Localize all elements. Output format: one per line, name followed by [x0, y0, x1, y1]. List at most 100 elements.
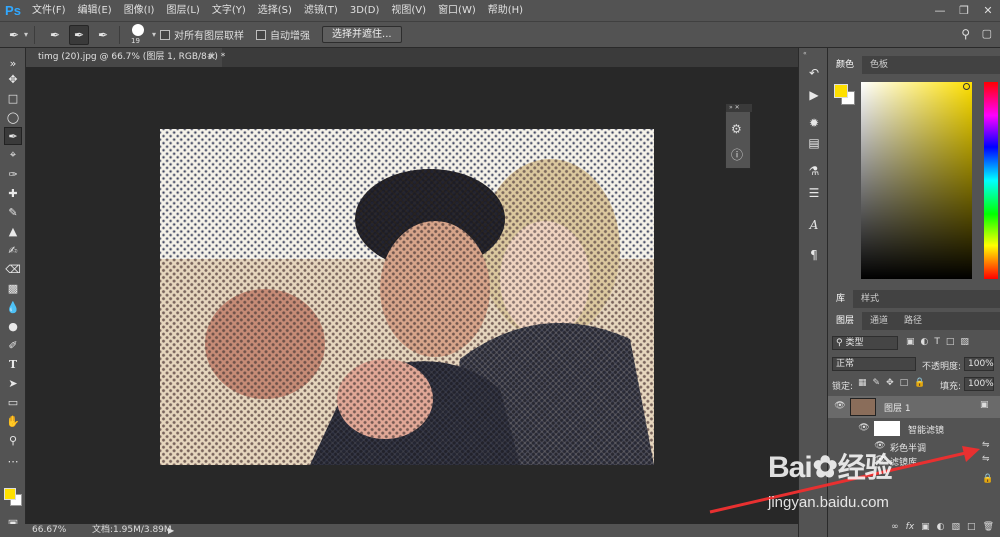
workspace-icon[interactable]: ▢: [982, 27, 992, 40]
blend-mode-select[interactable]: 正常: [832, 357, 916, 371]
opacity-input[interactable]: 100%: [964, 357, 994, 371]
menu-edit[interactable]: 编辑(E): [72, 0, 118, 21]
brush-tool-icon[interactable]: ✎: [4, 203, 22, 221]
menu-bar: Ps 文件(F) 编辑(E) 图像(I) 图层(L) 文字(Y) 选择(S) 滤…: [0, 0, 1000, 21]
tab-color[interactable]: 颜色: [828, 56, 863, 74]
layers-panel-tabs: 图层 通道 路径: [828, 312, 1000, 330]
pen-tool-icon[interactable]: ✐: [4, 336, 22, 354]
adjustments-icon[interactable]: ✹: [805, 114, 823, 132]
layer-row[interactable]: 👁 图层 1 ▣: [828, 396, 1000, 418]
foreground-color-swatch-top[interactable]: [4, 488, 16, 500]
type-filter-icon[interactable]: T: [934, 337, 940, 347]
hue-slider[interactable]: [984, 82, 998, 279]
blur-tool-icon[interactable]: 💧: [4, 298, 22, 316]
eraser-tool-icon[interactable]: ⌫: [4, 260, 22, 278]
menu-view[interactable]: 视图(V): [385, 0, 432, 21]
minimize-button[interactable]: —: [928, 0, 952, 21]
tab-swatches[interactable]: 色板: [862, 56, 896, 74]
lasso-tool-icon[interactable]: ◯: [4, 108, 22, 126]
marquee-tool-icon[interactable]: □: [4, 89, 22, 107]
new-selection-icon[interactable]: ✒: [45, 25, 65, 45]
foreground-color-swatch[interactable]: [834, 84, 848, 98]
lock-image-icon[interactable]: ✎: [873, 378, 881, 388]
clone-stamp-tool-icon[interactable]: ▲: [4, 222, 22, 240]
select-and-mask-button[interactable]: 选择并遮住...: [322, 26, 402, 43]
document-tabs: timg (20).jpg @ 66.7% (图层 1, RGB/8#) * ✕: [26, 48, 798, 67]
lock-position-icon[interactable]: ✥: [886, 378, 894, 388]
add-to-selection-icon[interactable]: ✒: [69, 24, 90, 45]
restore-button[interactable]: ❐: [952, 0, 976, 21]
tab-layers[interactable]: 图层: [828, 312, 863, 330]
subtract-from-selection-icon[interactable]: ✒: [93, 25, 113, 45]
tab-paths[interactable]: 路径: [896, 312, 930, 330]
crop-tool-icon[interactable]: ⌖: [4, 146, 22, 164]
lock-transparent-icon[interactable]: ▦: [858, 378, 867, 388]
adjustment-filter-icon[interactable]: ◐: [921, 337, 929, 347]
menu-filter[interactable]: 滤镜(T): [298, 0, 344, 21]
hand-tool-icon[interactable]: ✋: [4, 412, 22, 430]
brush-settings-icon[interactable]: ☰: [805, 184, 823, 202]
sample-all-layers-checkbox[interactable]: [160, 29, 171, 40]
lock-artboard-icon[interactable]: □: [900, 378, 909, 388]
fill-input[interactable]: 100%: [964, 377, 994, 391]
watermark-brand-text: Bai: [768, 451, 813, 484]
character-icon[interactable]: A: [805, 216, 823, 234]
info-icon[interactable]: ⓘ: [731, 146, 743, 163]
menu-select[interactable]: 选择(S): [252, 0, 298, 21]
tab-styles[interactable]: 样式: [853, 290, 887, 308]
paragraph-icon[interactable]: ¶: [805, 246, 823, 264]
gradient-tool-icon[interactable]: ▩: [4, 279, 22, 297]
smart-object-filter-icon[interactable]: ▧: [960, 337, 969, 347]
menu-window[interactable]: 窗口(W): [432, 0, 482, 21]
auto-enhance-checkbox[interactable]: [256, 29, 267, 40]
healing-brush-tool-icon[interactable]: ✚: [4, 184, 22, 202]
document-tab[interactable]: timg (20).jpg @ 66.7% (图层 1, RGB/8#) * ✕: [26, 48, 225, 67]
history-icon[interactable]: ↶: [805, 64, 823, 82]
brush-size-picker[interactable]: 19: [126, 22, 152, 48]
menu-help[interactable]: 帮助(H): [482, 0, 529, 21]
quick-selection-tool-icon[interactable]: ✒: [4, 127, 22, 145]
collapse-icon[interactable]: «: [803, 50, 807, 57]
menu-layer[interactable]: 图层(L): [160, 0, 205, 21]
menu-3d[interactable]: 3D(D): [344, 0, 386, 21]
dodge-tool-icon[interactable]: ●: [4, 317, 22, 335]
close-tab-icon[interactable]: ✕: [208, 48, 216, 67]
clone-source-icon[interactable]: ⚗: [805, 162, 823, 180]
tab-channels[interactable]: 通道: [862, 312, 896, 330]
search-icon[interactable]: ⚲: [961, 27, 970, 41]
chevron-down-icon[interactable]: ▾: [152, 30, 156, 39]
type-tool-icon[interactable]: T: [4, 355, 22, 373]
auto-enhance-label: 自动增强: [270, 31, 311, 42]
eyedropper-tool-icon[interactable]: ✑: [4, 165, 22, 183]
path-selection-tool-icon[interactable]: ➤: [4, 374, 22, 392]
history-brush-tool-icon[interactable]: ✍: [4, 241, 22, 259]
pixel-filter-icon[interactable]: ▣: [906, 337, 915, 347]
status-menu-icon[interactable]: ▶: [168, 524, 174, 537]
histogram-icon[interactable]: ▤: [805, 134, 823, 152]
layer-filter-kind-select[interactable]: ⚲ 类型: [832, 336, 898, 350]
visibility-eye-icon[interactable]: 👁: [834, 401, 846, 413]
shape-filter-icon[interactable]: □: [946, 337, 955, 347]
menu-type[interactable]: 文字(Y): [206, 0, 252, 21]
baidu-watermark: Bai✿经验 jingyan.baidu.com: [768, 446, 958, 526]
properties-icon[interactable]: ⚙: [731, 122, 742, 136]
menu-file[interactable]: 文件(F): [26, 0, 72, 21]
watermark-brand: Bai✿经验: [768, 446, 893, 486]
more-tools-icon[interactable]: ⋯: [4, 452, 22, 470]
chevron-down-icon[interactable]: ▾: [24, 30, 28, 39]
zoom-tool-icon[interactable]: ⚲: [4, 431, 22, 449]
move-tool-icon[interactable]: ✥: [4, 70, 22, 88]
actions-play-icon[interactable]: ▶: [805, 86, 823, 104]
rectangle-tool-icon[interactable]: ▭: [4, 393, 22, 411]
color-picker-field[interactable]: [861, 82, 972, 279]
zoom-level[interactable]: 66.67%: [32, 524, 66, 537]
halftone-photo[interactable]: [160, 129, 654, 465]
menu-image[interactable]: 图像(I): [118, 0, 161, 21]
close-window-button[interactable]: ✕: [976, 0, 1000, 21]
lock-all-icon[interactable]: 🔒: [914, 378, 925, 388]
color-picker-cursor[interactable]: [963, 83, 970, 90]
quick-selection-preset-icon[interactable]: ✒: [4, 25, 24, 45]
tab-libraries[interactable]: 库: [828, 290, 854, 308]
panel-dock-header[interactable]: » ✕: [726, 104, 752, 112]
canvas-area[interactable]: » ✕ ⚙ ⓘ: [26, 67, 798, 524]
